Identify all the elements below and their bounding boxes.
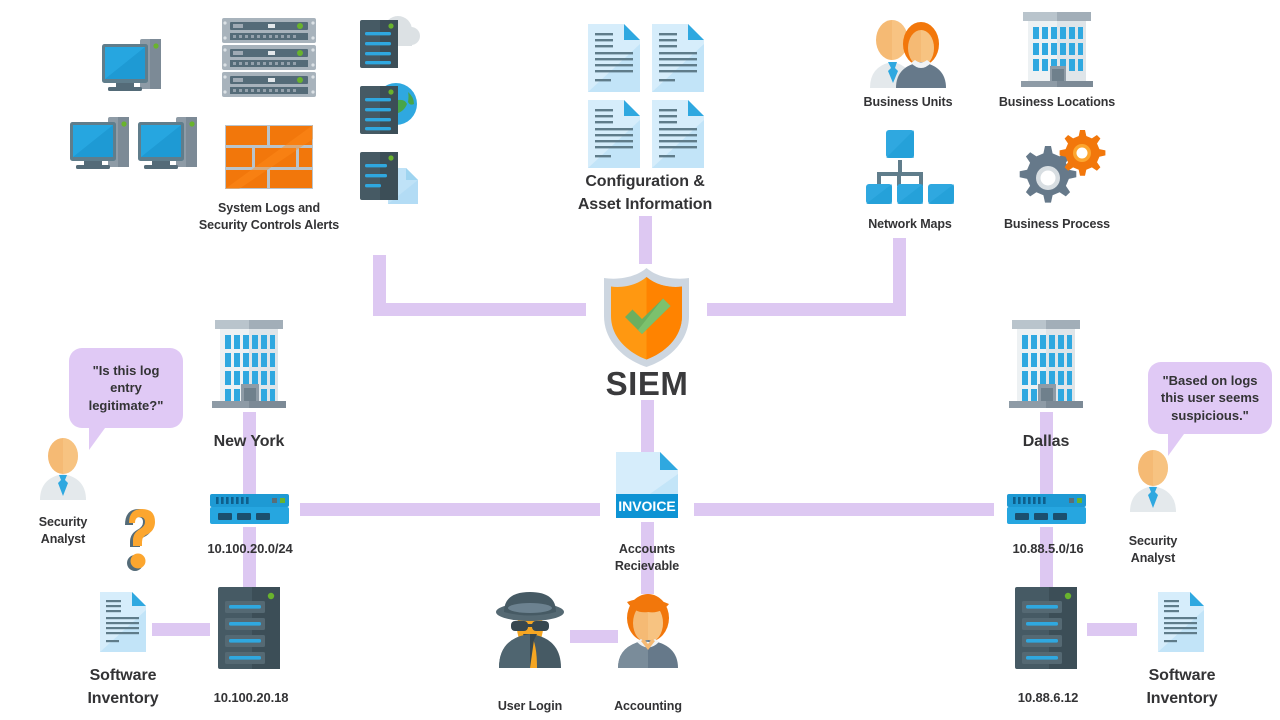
connector-logs-to-siem-horizontal: [373, 303, 586, 316]
connector-invoice-to-router-right: [694, 503, 994, 516]
invoice-document-icon: INVOICE: [616, 452, 678, 518]
business-locations-label: Business Locations: [998, 95, 1116, 109]
server-rack-icon: [222, 18, 316, 98]
connector-dallas-to-router: [1040, 412, 1053, 500]
left-server-tower-icon: [218, 587, 280, 669]
right-city-label: Dallas: [1022, 433, 1070, 450]
right-security-analyst-icon: [1127, 450, 1179, 512]
diagram-canvas: System Logs and Security Controls Alerts: [0, 0, 1280, 720]
connector-config-to-siem: [639, 216, 652, 264]
left-subnet-label: 10.100.20.0/24: [207, 541, 293, 556]
left-server-ip-label: 10.100.20.18: [213, 690, 289, 705]
right-router-icon: [1007, 494, 1086, 524]
firewall-icon: [225, 125, 313, 189]
connector-userlogin-to-accounting: [570, 630, 618, 643]
config-document-icon-2: [652, 24, 704, 92]
connector-newyork-to-router: [243, 412, 256, 500]
connector-server-to-inventory-right: [1087, 623, 1137, 636]
right-server-tower-icon: [1015, 587, 1077, 669]
document-server-icon: [358, 144, 420, 206]
right-server-ip-label: 10.88.6.12: [1017, 690, 1079, 705]
connector-siem-to-invoice: [641, 400, 654, 452]
connector-router-left-to-invoice: [300, 503, 600, 516]
left-security-analyst-label: Security Analyst: [38, 515, 88, 546]
left-software-inventory-label: Software Inventory: [87, 667, 159, 708]
business-process-label: Business Process: [1003, 217, 1111, 231]
desktop-computer-icon-1: [100, 35, 168, 97]
business-locations-icon: [1021, 10, 1093, 90]
config-document-icon-1: [588, 24, 640, 92]
siem-shield-icon: [601, 266, 692, 369]
connector-router-to-server-right: [1040, 527, 1053, 592]
desktop-computer-icon-2: [68, 113, 136, 175]
user-login-label: User Login: [497, 699, 563, 713]
right-security-analyst-label: Security Analyst: [1128, 534, 1178, 565]
system-logs-label: System Logs and Security Controls Alerts: [198, 201, 340, 232]
left-software-inventory-icon: [100, 592, 146, 652]
desktop-computer-icon-3: [136, 113, 204, 175]
question-mark-icon: [115, 505, 163, 571]
left-analyst-speech-bubble: "Is this log entry legitimate?": [69, 348, 183, 450]
globe-server-icon: [358, 78, 420, 140]
siem-label: SIEM: [605, 365, 689, 402]
config-document-icon-4: [652, 100, 704, 168]
right-software-inventory-label: Software Inventory: [1146, 667, 1218, 708]
business-process-icon: [1013, 130, 1106, 206]
connector-inventory-to-server-left: [152, 623, 210, 636]
cloud-server-icon: [358, 12, 420, 74]
connector-business-to-siem-horizontal: [707, 303, 906, 316]
business-units-icon: [864, 14, 952, 88]
bubble-tail: [89, 428, 115, 450]
left-security-analyst-icon: [37, 438, 89, 500]
network-maps-icon: [864, 128, 956, 204]
accounting-label: Accounting: [614, 699, 682, 713]
config-document-icon-3: [588, 100, 640, 168]
left-router-icon: [210, 494, 289, 524]
invoice-badge-text: INVOICE: [618, 498, 676, 514]
left-city-label: New York: [213, 433, 285, 450]
connector-router-to-server-left: [243, 527, 256, 592]
right-analyst-speech-bubble: "Based on logs this user seems suspiciou…: [1148, 362, 1272, 456]
bubble-tail: [1168, 434, 1194, 456]
accounting-person-icon: [612, 592, 684, 668]
left-office-building-icon: [212, 318, 286, 416]
user-login-spy-icon: [493, 588, 567, 668]
right-subnet-label: 10.88.5.0/16: [1012, 541, 1084, 556]
right-software-inventory-icon: [1158, 592, 1204, 652]
business-units-label: Business Units: [863, 95, 953, 109]
right-office-building-icon: [1009, 318, 1083, 416]
network-maps-label: Network Maps: [868, 217, 952, 231]
configuration-label: Configuration & Asset Information: [577, 173, 713, 214]
accounts-receivable-label: Accounts Recievable: [614, 542, 680, 573]
